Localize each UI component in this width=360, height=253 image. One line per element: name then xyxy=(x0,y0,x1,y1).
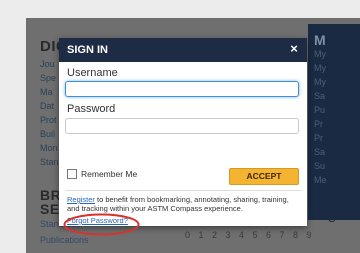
forgot-password-link[interactable]: Forgot Password? xyxy=(67,216,128,225)
dialog-header: SIGN IN × xyxy=(59,38,307,62)
remember-me-label: Remember Me xyxy=(81,169,138,179)
background-digits: 0 1 2 3 4 5 6 7 8 9 xyxy=(185,230,315,240)
screen: DIG Jou Spe Ma Dat Prot Buil Mon Stan BR… xyxy=(0,0,360,253)
background-sidebar-item[interactable]: Su xyxy=(314,160,326,174)
register-link[interactable]: Register xyxy=(67,195,95,204)
background-sidebar-item[interactable]: Sa xyxy=(314,146,326,160)
accept-button[interactable]: ACCEPT xyxy=(229,168,299,185)
username-label: Username xyxy=(67,67,118,79)
background-sidebar-item[interactable]: Pr xyxy=(314,132,326,146)
background-section-link[interactable]: Publications xyxy=(40,232,160,248)
divider xyxy=(65,190,301,191)
background-sidebar-item[interactable]: Sa xyxy=(314,90,326,104)
remember-me-checkbox[interactable] xyxy=(67,169,77,179)
dialog-title: SIGN IN xyxy=(67,44,108,56)
register-description: to benefit from bookmarking, annotating,… xyxy=(67,195,289,213)
username-input[interactable] xyxy=(65,81,299,97)
background-sidebar-item[interactable]: Pr xyxy=(314,118,326,132)
background-sidebar-item[interactable]: Pu xyxy=(314,104,326,118)
background-sidebar-item[interactable]: Me xyxy=(314,174,327,188)
sign-in-dialog: SIGN IN × Username Password Remember Me … xyxy=(59,38,307,226)
remember-me-row: Remember Me xyxy=(67,168,137,180)
background-sidebar-item[interactable]: My xyxy=(314,62,326,76)
background-sidebar-item[interactable]: My xyxy=(314,48,326,62)
register-text: Register to benefit from bookmarking, an… xyxy=(67,195,303,213)
password-label: Password xyxy=(67,103,116,115)
background-sidebar: M My My My Sa Pu Pr Pr Sa Su Me xyxy=(308,24,360,220)
close-icon[interactable]: × xyxy=(287,42,301,56)
background-sidebar-title: M xyxy=(314,32,326,48)
password-input[interactable] xyxy=(65,118,299,134)
background-sidebar-item[interactable]: My xyxy=(314,76,326,90)
